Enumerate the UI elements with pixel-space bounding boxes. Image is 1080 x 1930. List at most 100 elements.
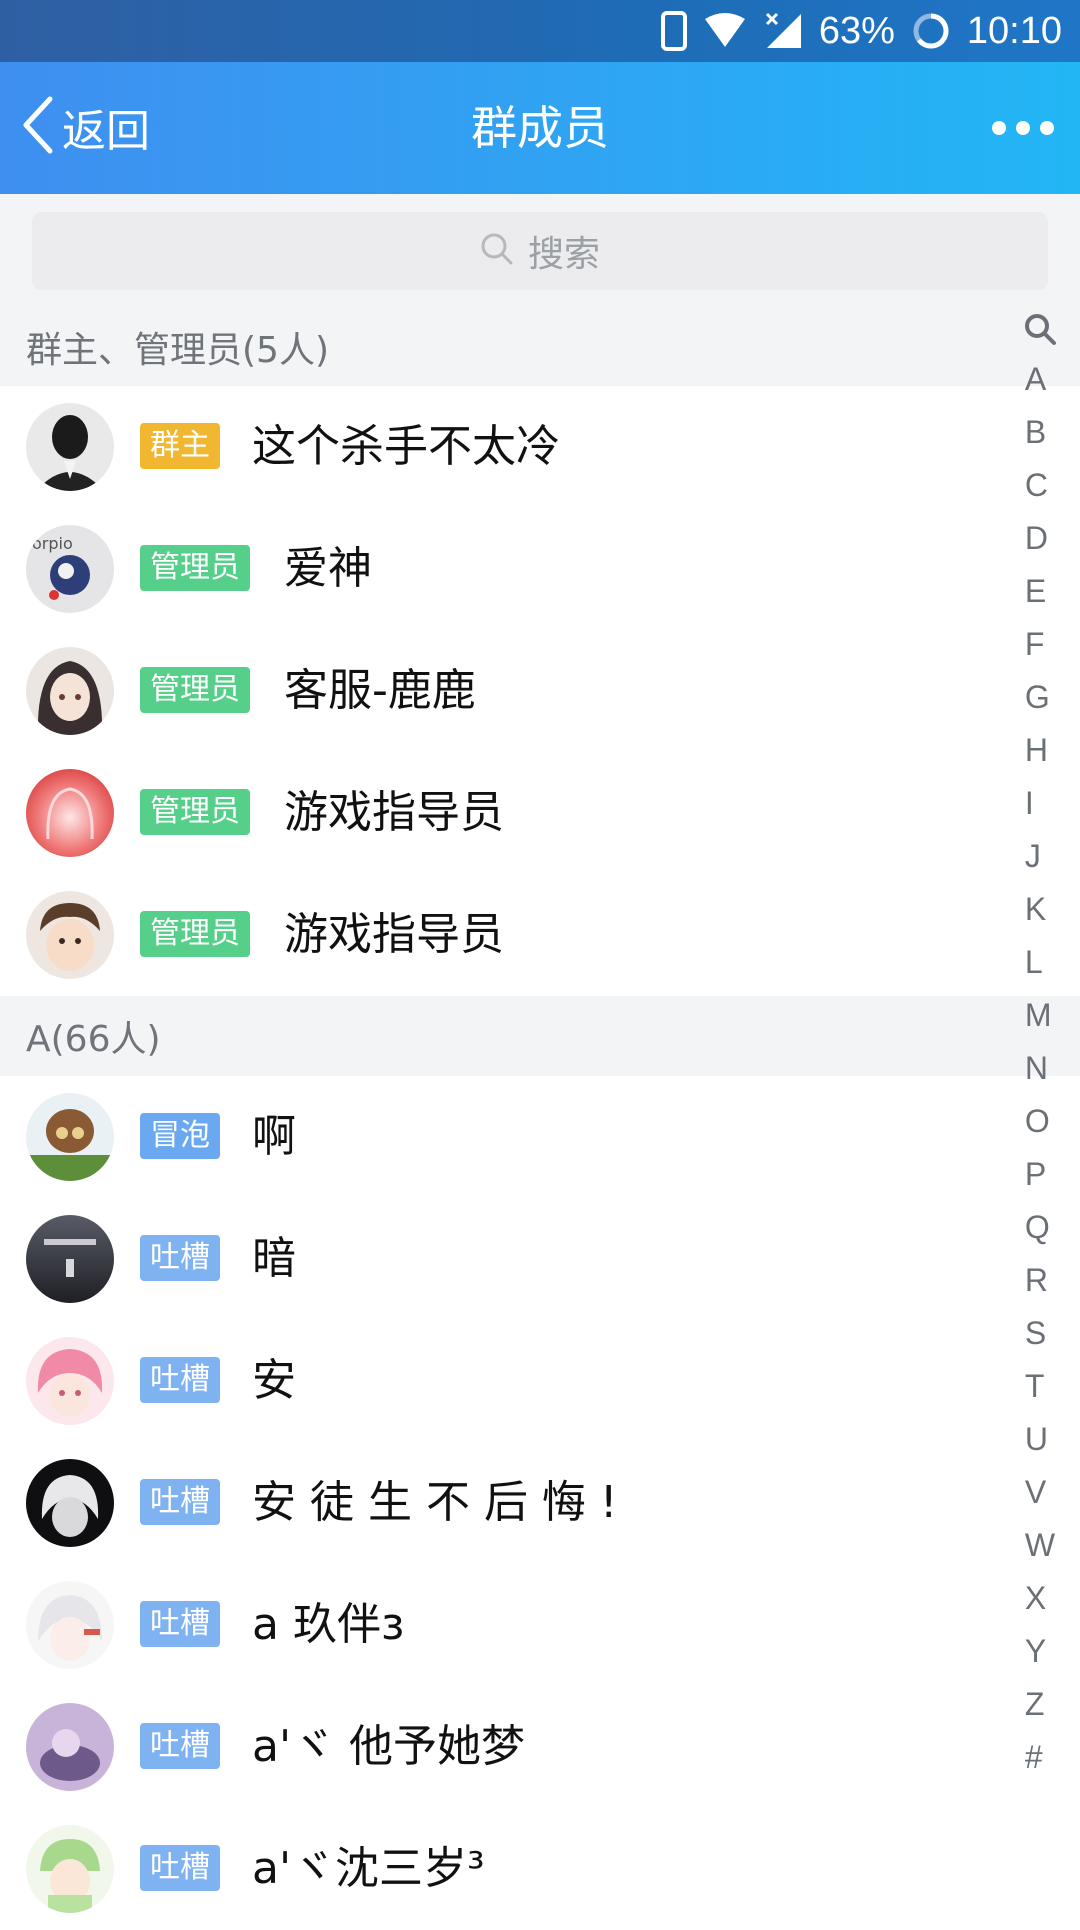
index-letter-b[interactable]: B: [1025, 406, 1055, 459]
member-name: 客服-鹿鹿: [284, 665, 476, 716]
member-name: a 玖伴ɜ: [252, 1599, 405, 1650]
index-letter-y[interactable]: Y: [1025, 1625, 1055, 1678]
member-name: a'ヾ 他予她梦: [252, 1721, 526, 1772]
member-row[interactable]: 吐槽 暗: [0, 1198, 1080, 1322]
role-tag: 吐槽: [140, 1235, 220, 1281]
avatar: [26, 1825, 114, 1913]
avatar: [26, 1459, 114, 1547]
member-name: 游戏指导员: [284, 787, 504, 838]
member-name: a'ヾ沈三岁³: [252, 1843, 485, 1894]
role-tag: 吐槽: [140, 1357, 220, 1403]
battery-percent: 63%: [818, 10, 895, 52]
search-area: 搜索: [0, 194, 1080, 308]
index-letter-u[interactable]: U: [1025, 1413, 1055, 1466]
more-dot: [1040, 121, 1054, 135]
index-letter-p[interactable]: P: [1025, 1148, 1055, 1201]
member-name: 暗: [252, 1233, 296, 1284]
member-row[interactable]: 吐槽 安 徒 生 不 后 悔 !: [0, 1442, 1080, 1566]
index-letter-z[interactable]: Z: [1025, 1678, 1055, 1731]
avatar: [26, 1337, 114, 1425]
index-letter-s[interactable]: S: [1025, 1307, 1055, 1360]
index-letter-i[interactable]: I: [1025, 777, 1055, 830]
index-letter-t[interactable]: T: [1025, 1360, 1055, 1413]
index-letter-c[interactable]: C: [1025, 459, 1055, 512]
status-bar: 63% 10:10: [0, 0, 1080, 62]
section-title: A(66人): [26, 1019, 161, 1060]
clock: 10:10: [966, 10, 1062, 52]
member-row[interactable]: 吐槽 a 玖伴ɜ: [0, 1564, 1080, 1688]
role-tag: 管理员: [140, 911, 250, 957]
index-letter-d[interactable]: D: [1025, 512, 1055, 565]
section-header-admins: 群主、管理员(5人): [0, 308, 1080, 386]
index-letter-j[interactable]: J: [1025, 830, 1055, 883]
role-tag: 吐槽: [140, 1723, 220, 1769]
avatar: [26, 647, 114, 735]
avatar: [26, 403, 114, 491]
alphabet-index[interactable]: A B C D E F G H I J K L M N O P Q R S T U V W X Y Z #: [1000, 304, 1080, 1784]
member-row[interactable]: 管理员 游戏指导员: [0, 874, 1080, 998]
role-tag: 群主: [140, 423, 220, 469]
index-letter-m[interactable]: M: [1025, 989, 1055, 1042]
index-letter-a[interactable]: A: [1025, 353, 1055, 406]
index-letter-e[interactable]: E: [1025, 565, 1055, 618]
member-name: 这个杀手不太冷: [252, 421, 560, 472]
app-header: 返回 群成员: [0, 62, 1080, 194]
svg-text:orpio: orpio: [32, 534, 73, 553]
member-row[interactable]: 管理员 游戏指导员: [0, 752, 1080, 876]
index-search-icon[interactable]: [1023, 304, 1057, 353]
index-letter-f[interactable]: F: [1025, 618, 1055, 671]
index-letter-h[interactable]: H: [1025, 724, 1055, 777]
section-title: 群主、管理员(5人): [26, 330, 329, 371]
search-icon: [480, 232, 514, 270]
member-row[interactable]: 管理员 客服-鹿鹿: [0, 630, 1080, 754]
index-letter-v[interactable]: V: [1025, 1466, 1055, 1519]
role-tag: 管理员: [140, 545, 250, 591]
index-letter-n[interactable]: N: [1025, 1042, 1055, 1095]
more-dot: [1016, 121, 1030, 135]
index-letters: A B C D E F G H I J K L M N O P Q R S T U V W X Y Z #: [1025, 353, 1055, 1784]
index-letter-k[interactable]: K: [1025, 883, 1055, 936]
avatar: [26, 769, 114, 857]
member-row[interactable]: orpio 管理员 爱神: [0, 508, 1080, 632]
index-letter-l[interactable]: L: [1025, 936, 1055, 989]
index-letter-hash[interactable]: #: [1025, 1731, 1055, 1784]
role-tag: 吐槽: [140, 1479, 220, 1525]
avatar: orpio: [26, 525, 114, 613]
member-row[interactable]: 吐槽 a'ヾ 他予她梦: [0, 1686, 1080, 1810]
avatar: [26, 1215, 114, 1303]
section-header-a: A(66人): [0, 996, 1080, 1076]
more-dots-icon: [992, 121, 1006, 135]
member-row[interactable]: 吐槽 安: [0, 1320, 1080, 1444]
index-letter-o[interactable]: O: [1025, 1095, 1055, 1148]
index-letter-w[interactable]: W: [1025, 1519, 1055, 1572]
battery-ring-icon: [911, 11, 951, 51]
page-title: 群成员: [471, 101, 609, 155]
role-tag: 吐槽: [140, 1845, 220, 1891]
index-letter-g[interactable]: G: [1025, 671, 1055, 724]
member-name: 游戏指导员: [284, 909, 504, 960]
member-name: 安: [252, 1355, 296, 1406]
avatar: [26, 1093, 114, 1181]
role-tag: 管理员: [140, 667, 250, 713]
avatar: [26, 1703, 114, 1791]
member-row[interactable]: 群主 这个杀手不太冷: [0, 386, 1080, 510]
more-options-button[interactable]: [992, 110, 1054, 146]
role-tag: 吐槽: [140, 1601, 220, 1647]
role-tag: 管理员: [140, 789, 250, 835]
search-placeholder: 搜索: [527, 234, 600, 275]
member-name: 啊: [252, 1111, 296, 1162]
index-letter-x[interactable]: X: [1025, 1572, 1055, 1625]
index-letter-r[interactable]: R: [1025, 1254, 1055, 1307]
avatar: [26, 891, 114, 979]
signal-icon: [763, 12, 803, 50]
search-input[interactable]: 搜索: [32, 212, 1048, 290]
avatar: [26, 1581, 114, 1669]
member-name: 安 徒 生 不 后 悔 !: [252, 1477, 618, 1528]
role-tag: 冒泡: [140, 1113, 220, 1159]
member-row[interactable]: 吐槽 a'ヾ沈三岁³: [0, 1808, 1080, 1930]
wifi-icon: [703, 13, 747, 49]
member-name: 爱神: [284, 543, 372, 594]
phone-icon: [660, 11, 687, 51]
member-row[interactable]: 冒泡 啊: [0, 1076, 1080, 1200]
index-letter-q[interactable]: Q: [1025, 1201, 1055, 1254]
